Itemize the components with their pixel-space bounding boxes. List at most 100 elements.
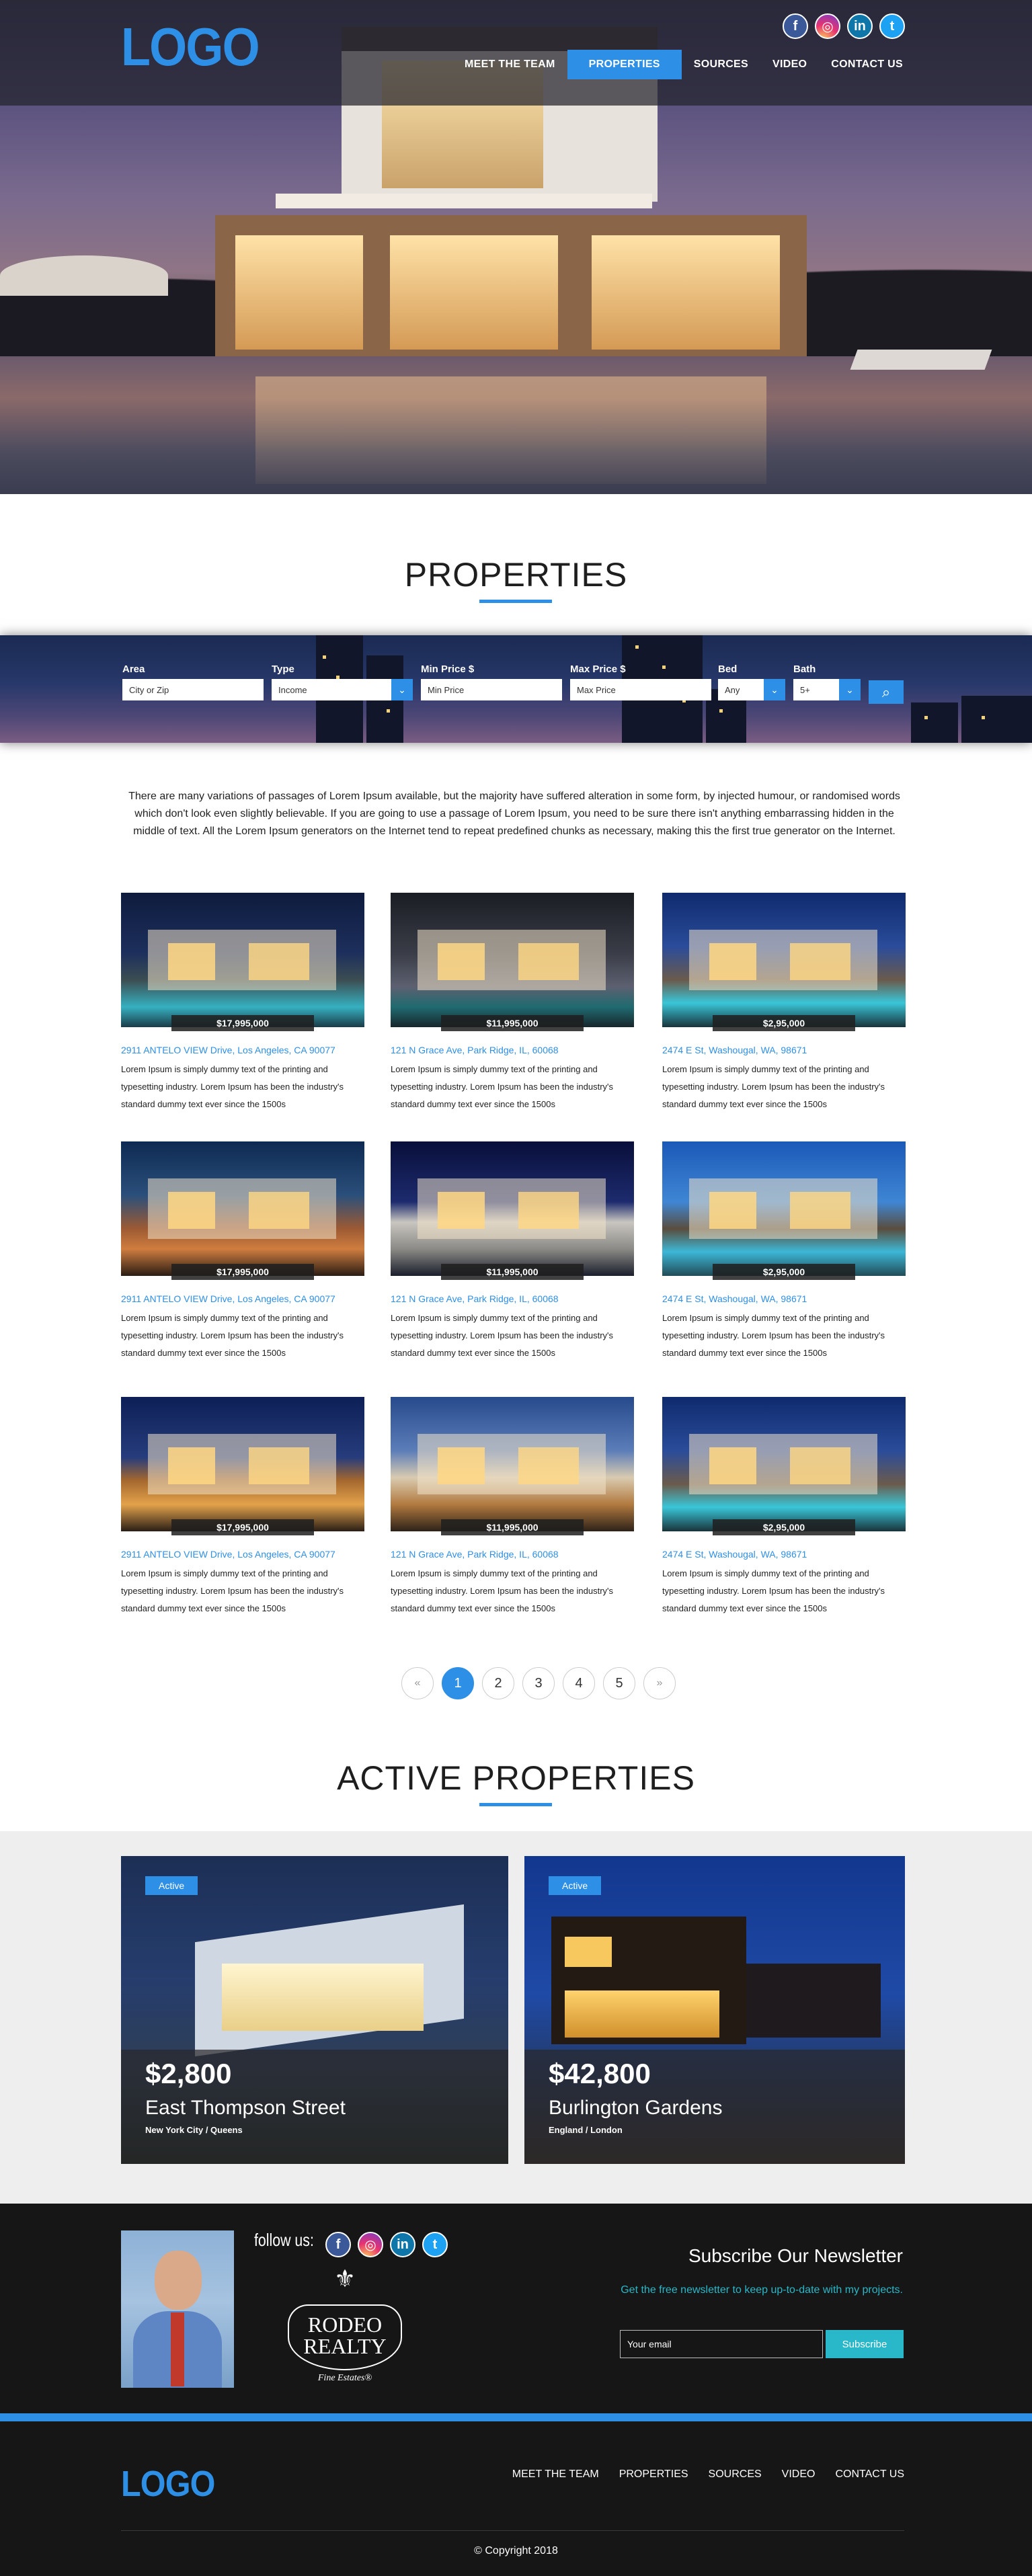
main-nav: MEET THE TEAM PROPERTIES SOURCES VIDEO C… <box>452 50 915 79</box>
property-photo[interactable] <box>662 893 906 1027</box>
bed-select[interactable]: Any ⌄ <box>718 679 785 700</box>
property-photo[interactable] <box>662 1397 906 1531</box>
property-address-link[interactable]: 121 N Grace Ave, Park Ridge, IL, 60068 <box>391 1293 559 1304</box>
property-price: $11,995,000 <box>441 1264 584 1280</box>
nav-sources[interactable]: SOURCES <box>682 50 760 79</box>
active-street: East Thompson Street <box>145 2097 346 2119</box>
nav-video[interactable]: VIDEO <box>760 50 819 79</box>
footer-nav-video[interactable]: VIDEO <box>782 2468 816 2481</box>
pager-page-1[interactable]: 1 <box>442 1667 474 1699</box>
bed-value: Any <box>725 684 740 695</box>
pager-next[interactable]: » <box>643 1667 676 1699</box>
search-icon: ⌕ <box>881 683 891 700</box>
active-price: $2,800 <box>145 2058 232 2089</box>
property-price: $2,95,000 <box>713 1519 855 1535</box>
follow-label: follow us: <box>254 2230 314 2250</box>
page: LOGO f ◎ in t MEET THE TEAM PROPERTIES S… <box>0 0 1032 2576</box>
property-card[interactable]: $11,995,000 121 N Grace Ave, Park Ridge, … <box>391 1141 634 1370</box>
max-price-input[interactable]: Max Price <box>570 679 711 700</box>
property-description: Lorem Ipsum is simply dummy text of the … <box>662 1313 885 1358</box>
active-card[interactable]: Active $42,800 Burlington Gardens Englan… <box>524 1856 905 2164</box>
property-photo[interactable] <box>391 893 634 1027</box>
property-photo[interactable] <box>391 1397 634 1531</box>
site-logo[interactable]: LOGO <box>121 20 260 74</box>
min-price-input[interactable]: Min Price <box>421 679 562 700</box>
property-card[interactable]: $2,95,000 2474 E St, Washougal, WA, 98671… <box>662 1141 906 1370</box>
type-label: Type <box>272 663 294 675</box>
property-card[interactable]: $17,995,000 2911 ANTELO VIEW Drive, Los A… <box>121 1141 364 1370</box>
nav-contact-us[interactable]: CONTACT US <box>819 50 915 79</box>
newsletter-title: Subscribe Our Newsletter <box>688 2245 903 2266</box>
social-links: f ◎ in t <box>783 13 905 39</box>
property-card[interactable]: $11,995,000 121 N Grace Ave, Park Ridge, … <box>391 1397 634 1625</box>
nav-properties[interactable]: PROPERTIES <box>567 50 682 79</box>
property-card[interactable]: $11,995,000 121 N Grace Ave, Park Ridge, … <box>391 893 634 1121</box>
pager-prev[interactable]: « <box>401 1667 434 1699</box>
footer-nav-contact-us[interactable]: CONTACT US <box>835 2468 904 2481</box>
instagram-icon[interactable]: ◎ <box>815 13 840 39</box>
twitter-icon[interactable]: t <box>422 2232 448 2257</box>
property-photo[interactable] <box>662 1141 906 1276</box>
linkedin-icon[interactable]: in <box>390 2232 415 2257</box>
property-address-link[interactable]: 2911 ANTELO VIEW Drive, Los Angeles, CA … <box>121 1045 335 1055</box>
copyright: © Copyright 2018 <box>474 2545 558 2557</box>
email-field[interactable]: Your email <box>620 2330 823 2358</box>
property-card[interactable]: $2,95,000 2474 E St, Washougal, WA, 98671… <box>662 1397 906 1625</box>
instagram-icon[interactable]: ◎ <box>358 2232 383 2257</box>
pager-page-4[interactable]: 4 <box>563 1667 595 1699</box>
property-photo[interactable] <box>121 893 364 1027</box>
min-price-label: Min Price $ <box>421 663 475 675</box>
brand-logo: ⚜ RODEO REALTY Fine Estates® <box>288 2267 402 2392</box>
facebook-icon[interactable]: f <box>325 2232 351 2257</box>
bath-select[interactable]: 5+ ⌄ <box>793 679 861 700</box>
property-photo[interactable] <box>391 1141 634 1276</box>
property-photo[interactable] <box>121 1397 364 1531</box>
brand-line1: RODEO <box>307 2312 383 2337</box>
area-label: Area <box>122 663 145 675</box>
twitter-icon[interactable]: t <box>879 13 905 39</box>
property-address-link[interactable]: 2474 E St, Washougal, WA, 98671 <box>662 1045 807 1055</box>
chevron-down-icon: ⌄ <box>764 679 785 700</box>
bed-label: Bed <box>718 663 738 675</box>
property-address-link[interactable]: 2474 E St, Washougal, WA, 98671 <box>662 1549 807 1560</box>
area-input[interactable]: City or Zip <box>122 679 264 700</box>
type-select[interactable]: Income ⌄ <box>272 679 413 700</box>
search-button[interactable]: ⌕ <box>869 680 904 704</box>
property-description: Lorem Ipsum is simply dummy text of the … <box>662 1064 885 1109</box>
nav-meet-the-team[interactable]: MEET THE TEAM <box>452 50 567 79</box>
property-card[interactable]: $17,995,000 2911 ANTELO VIEW Drive, Los A… <box>121 893 364 1121</box>
status-badge: Active <box>549 1876 602 1895</box>
pagination: « 1 2 3 4 5 » <box>401 1667 676 1699</box>
footer-social-links: f ◎ in t <box>325 2232 448 2257</box>
footer-nav-meet-the-team[interactable]: MEET THE TEAM <box>512 2468 599 2481</box>
linkedin-icon[interactable]: in <box>847 13 873 39</box>
chevron-down-icon: ⌄ <box>839 679 861 700</box>
pager-page-3[interactable]: 3 <box>522 1667 555 1699</box>
property-address-link[interactable]: 121 N Grace Ave, Park Ridge, IL, 60068 <box>391 1045 559 1055</box>
subscribe-button[interactable]: Subscribe <box>826 2330 904 2358</box>
active-card[interactable]: Active $2,800 East Thompson Street New Y… <box>121 1856 508 2164</box>
pager-page-5[interactable]: 5 <box>603 1667 635 1699</box>
property-card[interactable]: $17,995,000 2911 ANTELO VIEW Drive, Los A… <box>121 1397 364 1625</box>
status-badge: Active <box>145 1876 198 1895</box>
property-price: $17,995,000 <box>171 1519 314 1535</box>
footer-rule <box>121 2530 904 2531</box>
properties-title: PROPERTIES <box>404 556 628 594</box>
property-address-link[interactable]: 2911 ANTELO VIEW Drive, Los Angeles, CA … <box>121 1549 335 1560</box>
property-address-link[interactable]: 121 N Grace Ave, Park Ridge, IL, 60068 <box>391 1549 559 1560</box>
chevron-down-icon: ⌄ <box>391 679 413 700</box>
active-street: Burlington Gardens <box>549 2097 723 2119</box>
active-location: England / London <box>549 2125 623 2135</box>
footer-logo[interactable]: LOGO <box>121 2463 215 2505</box>
title-underline <box>479 600 552 603</box>
property-card[interactable]: $2,95,000 2474 E St, Washougal, WA, 98671… <box>662 893 906 1121</box>
pager-page-2[interactable]: 2 <box>482 1667 514 1699</box>
facebook-icon[interactable]: f <box>783 13 808 39</box>
footer-nav-properties[interactable]: PROPERTIES <box>619 2468 688 2481</box>
footer-nav-sources[interactable]: SOURCES <box>709 2468 762 2481</box>
property-address-link[interactable]: 2911 ANTELO VIEW Drive, Los Angeles, CA … <box>121 1293 335 1304</box>
property-address-link[interactable]: 2474 E St, Washougal, WA, 98671 <box>662 1293 807 1304</box>
property-photo[interactable] <box>121 1141 364 1276</box>
search-band: Area City or Zip Type Income ⌄ Min Price… <box>0 635 1032 743</box>
brand-line2: REALTY <box>303 2334 387 2358</box>
